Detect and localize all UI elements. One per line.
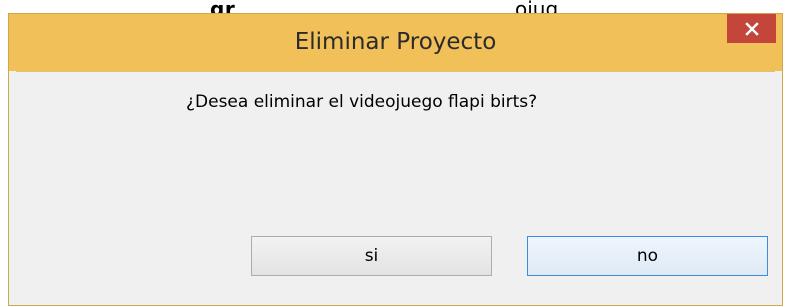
no-button-label: no — [636, 246, 659, 266]
close-icon — [744, 21, 759, 36]
close-button[interactable] — [727, 14, 776, 43]
confirmation-message: ¿Desea eliminar el videojuego flapi birt… — [186, 92, 538, 112]
yes-button-label: si — [364, 246, 379, 266]
no-button[interactable]: no — [527, 236, 768, 276]
dialog-titlebar[interactable]: Eliminar Proyecto — [9, 14, 782, 71]
dialog-title: Eliminar Proyecto — [294, 29, 497, 55]
screen: gr ojug Eliminar Proyecto ¿Desea elimina… — [0, 0, 786, 307]
delete-project-dialog: Eliminar Proyecto ¿Desea eliminar el vid… — [8, 13, 783, 306]
yes-button[interactable]: si — [251, 236, 492, 276]
dialog-body: ¿Desea eliminar el videojuego flapi birt… — [16, 71, 775, 300]
